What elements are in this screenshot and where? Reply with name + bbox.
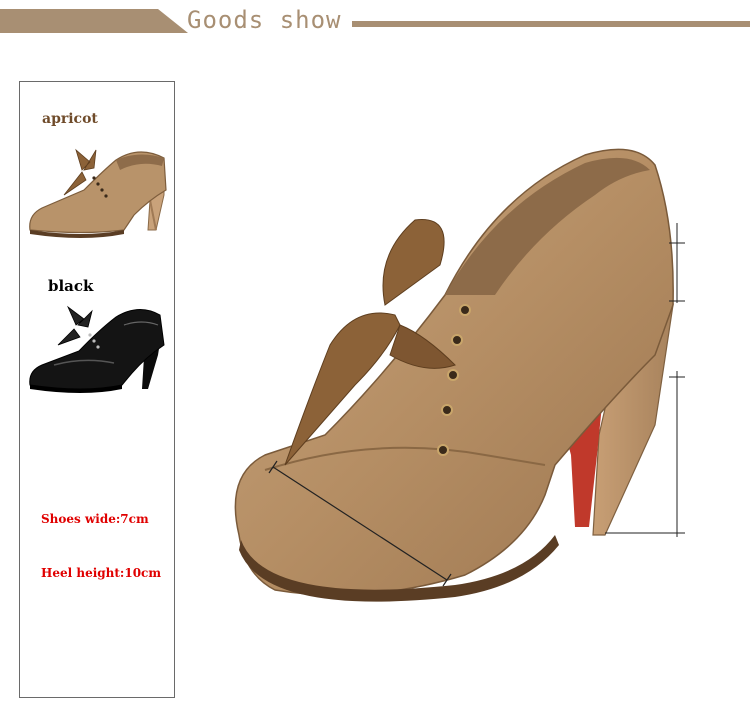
header-tab-shape xyxy=(0,9,188,33)
section-title: Goods show xyxy=(187,6,342,34)
spec-heel-height: Heel height:10cm xyxy=(41,566,162,580)
color-swatch-panel: apricot black Shoes wide:7cm Heel height… xyxy=(19,81,175,698)
black-shoe-thumbnail[interactable] xyxy=(24,285,172,397)
apricot-shoe-thumbnail[interactable] xyxy=(24,120,172,240)
section-header: Goods show xyxy=(0,0,750,48)
spec-shoes-wide: Shoes wide:7cm xyxy=(41,512,149,526)
header-rule xyxy=(352,21,750,27)
main-shoe-image xyxy=(234,148,685,602)
